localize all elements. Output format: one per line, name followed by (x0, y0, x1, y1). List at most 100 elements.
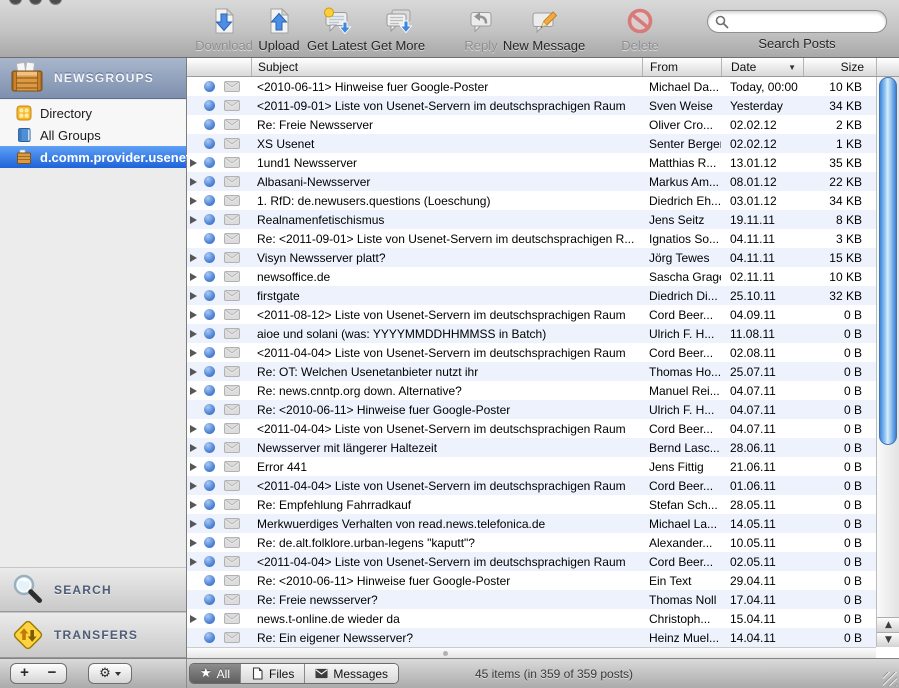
add-button[interactable]: + (10, 663, 39, 684)
disclosure-triangle-icon[interactable] (190, 520, 197, 528)
date-cell: 14.04.11 (721, 631, 803, 645)
scroll-up-arrow[interactable]: ▲ (877, 617, 899, 632)
zoom-button[interactable] (49, 0, 62, 5)
disclosure-triangle-icon[interactable] (190, 254, 197, 262)
table-row[interactable]: Re: <2011-09-01> Liste von Usenet-Server… (187, 229, 876, 248)
table-row[interactable]: newsoffice.de Sascha Grage 02.11.11 10 K… (187, 267, 876, 286)
column-header-icons[interactable] (187, 58, 251, 76)
disclosure-triangle-icon[interactable] (190, 387, 197, 395)
disclosure-triangle-icon[interactable] (190, 273, 197, 281)
disclosure-triangle-icon[interactable] (190, 330, 197, 338)
table-row[interactable]: Re: <2010-06-11> Hinweise fuer Google-Po… (187, 400, 876, 419)
new-message-button[interactable]: New Message (505, 6, 583, 53)
scrollbar-thumb[interactable] (879, 77, 897, 445)
date-cell: 02.02.12 (721, 137, 803, 151)
table-row[interactable]: aioe und solani (was: YYYYMMDDHHMMSS in … (187, 324, 876, 343)
table-row[interactable]: 1und1 Newsserver Matthias R... 13.01.12 … (187, 153, 876, 172)
message-envelope-icon (224, 328, 240, 339)
sidebar-item-directory[interactable]: Directory (0, 102, 186, 124)
disclosure-triangle-icon[interactable] (190, 368, 197, 376)
table-row[interactable]: 1. RfD: de.newusers.questions (Loeschung… (187, 191, 876, 210)
disclosure-triangle-icon[interactable] (190, 615, 197, 623)
disclosure-triangle-icon[interactable] (190, 501, 197, 509)
table-row[interactable]: <2011-08-12> Liste von Usenet-Servern im… (187, 305, 876, 324)
disclosure-triangle-icon[interactable] (190, 539, 197, 547)
row-icons (187, 252, 251, 263)
size-cell: 0 B (803, 403, 876, 417)
scroll-down-arrow[interactable]: ▼ (877, 632, 899, 647)
column-header-from[interactable]: From (642, 58, 721, 76)
table-row[interactable]: <2010-06-11> Hinweise fuer Google-Poster… (187, 77, 876, 96)
row-icons (187, 157, 251, 168)
sidebar-section-transfers[interactable]: TRANSFERS (0, 612, 186, 658)
remove-button[interactable]: − (38, 663, 67, 684)
disclosure-triangle-icon[interactable] (190, 463, 197, 471)
table-row[interactable]: Albasani-Newsserver Markus Am... 08.01.1… (187, 172, 876, 191)
disclosure-triangle-icon[interactable] (190, 482, 197, 490)
row-icons (187, 119, 251, 130)
filter-all[interactable]: ★ All (190, 664, 240, 683)
download-button[interactable]: Download (196, 6, 252, 53)
table-row[interactable]: Re: Empfehlung Fahrradkauf Stefan Sch...… (187, 495, 876, 514)
table-row[interactable]: Merkwuerdiges Verhalten von read.news.te… (187, 514, 876, 533)
table-row[interactable]: news.t-online.de wieder da Christoph... … (187, 609, 876, 628)
table-row[interactable]: Visyn Newsserver platt? Jörg Tewes 04.11… (187, 248, 876, 267)
column-header-size[interactable]: Size (803, 58, 876, 76)
close-button[interactable] (9, 0, 22, 5)
sidebar-section-search[interactable]: SEARCH (0, 567, 186, 612)
action-menu-button[interactable]: ⚙ (88, 663, 132, 684)
vertical-scrollbar[interactable]: ▲ ▼ (876, 77, 899, 647)
table-row[interactable]: Re: Freie newsserver? Thomas Noll 17.04.… (187, 590, 876, 609)
disclosure-triangle-icon[interactable] (190, 558, 197, 566)
filter-files[interactable]: Files (240, 664, 304, 683)
disclosure-triangle-icon[interactable] (190, 178, 197, 186)
row-icons (187, 309, 251, 320)
column-header-date[interactable]: Date ▼ (721, 58, 803, 76)
disclosure-triangle-icon[interactable] (190, 444, 197, 452)
get-more-button[interactable]: Get More (370, 6, 426, 53)
unread-dot-icon (204, 347, 215, 358)
disclosure-triangle-icon[interactable] (190, 292, 197, 300)
table-row[interactable]: Re: Freie Newsserver Oliver Cro... 02.02… (187, 115, 876, 134)
search-input[interactable] (707, 10, 887, 33)
sidebar-item-all-groups[interactable]: All Groups (0, 124, 186, 146)
message-envelope-icon (224, 613, 240, 624)
resize-grip[interactable] (883, 672, 897, 686)
disclosure-triangle-icon[interactable] (190, 197, 197, 205)
table-row[interactable]: Re: OT: Welchen Usenetanbieter nutzt ihr… (187, 362, 876, 381)
table-row[interactable]: <2011-09-01> Liste von Usenet-Servern im… (187, 96, 876, 115)
table-row[interactable]: <2011-04-04> Liste von Usenet-Servern im… (187, 419, 876, 438)
sidebar-item-newsgroup-selected[interactable]: d.comm.provider.usenet (0, 146, 186, 168)
table-row[interactable]: <2011-04-04> Liste von Usenet-Servern im… (187, 552, 876, 571)
table-row[interactable]: Re: news.cnntp.org down. Alternative? Ma… (187, 381, 876, 400)
column-header-subject[interactable]: Subject (251, 58, 642, 76)
sidebar-section-newsgroups[interactable]: NEWSGROUPS (0, 58, 186, 99)
delete-button[interactable]: Delete (618, 6, 662, 53)
horizontal-scrollbar[interactable] (187, 647, 876, 658)
table-row[interactable]: firstgate Diedrich Di... 25.10.11 32 KB (187, 286, 876, 305)
disclosure-triangle-icon[interactable] (190, 425, 197, 433)
table-row[interactable]: Re: Ein eigener Newsserver? Heinz Muel..… (187, 628, 876, 647)
disclosure-triangle-icon[interactable] (190, 216, 197, 224)
table-row[interactable]: Newsserver mit längerer Haltezeit Bernd … (187, 438, 876, 457)
filter-messages[interactable]: Messages (304, 664, 398, 683)
table-row[interactable]: <2011-04-04> Liste von Usenet-Servern im… (187, 343, 876, 362)
date-cell: 25.10.11 (721, 289, 803, 303)
upload-button[interactable]: Upload (255, 6, 303, 53)
disclosure-triangle-icon[interactable] (190, 349, 197, 357)
chevron-down-icon (115, 672, 121, 676)
table-row[interactable]: Error 441 Jens Fittig 21.06.11 0 B (187, 457, 876, 476)
row-icons (187, 176, 251, 187)
reply-button[interactable]: Reply (460, 6, 502, 53)
table-row[interactable]: Re: de.alt.folklore.urban-legens "kaputt… (187, 533, 876, 552)
minimize-button[interactable] (29, 0, 42, 5)
subject-cell: 1und1 Newsserver (251, 156, 642, 170)
get-latest-button[interactable]: Get Latest (306, 6, 368, 53)
disclosure-triangle-icon[interactable] (190, 159, 197, 167)
table-row[interactable]: <2011-04-04> Liste von Usenet-Servern im… (187, 476, 876, 495)
table-row[interactable]: Re: <2010-06-11> Hinweise fuer Google-Po… (187, 571, 876, 590)
table-row[interactable]: Realnamenfetischismus Jens Seitz 19.11.1… (187, 210, 876, 229)
disclosure-triangle-icon[interactable] (190, 311, 197, 319)
date-cell: 02.08.11 (721, 346, 803, 360)
table-row[interactable]: XS Usenet Senter Berger 02.02.12 1 KB (187, 134, 876, 153)
